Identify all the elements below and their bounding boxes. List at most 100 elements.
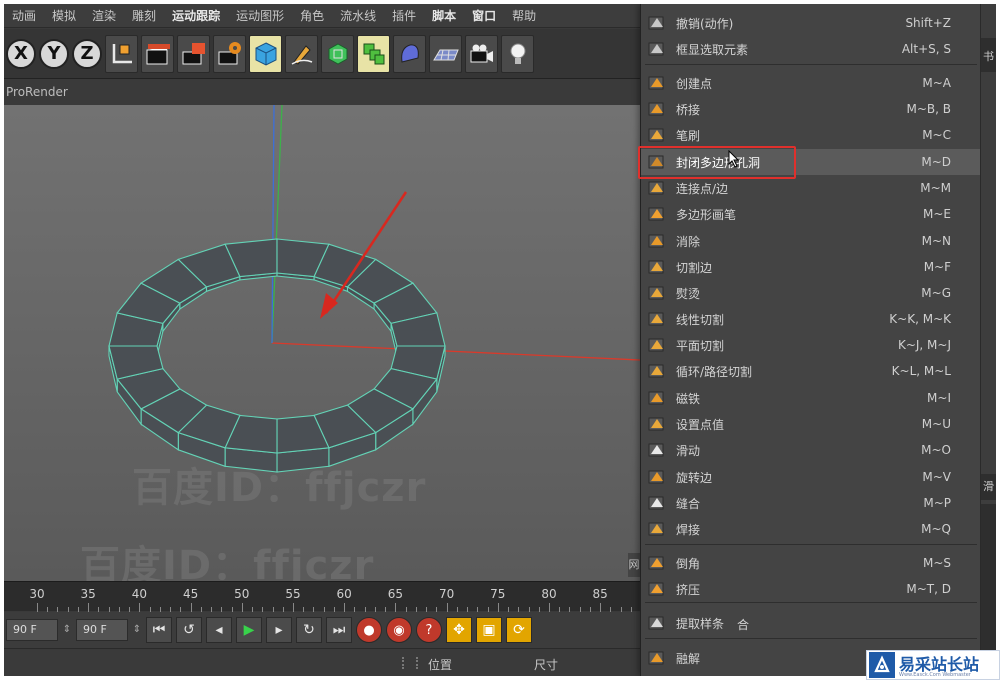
move-key-icon[interactable]: ✥ [446,617,472,643]
menu-item-shortcut: M~E [923,207,951,221]
play-icon[interactable]: ▶ [236,617,262,643]
end-frame-field[interactable]: 90 F [76,619,128,641]
menu-item-label: 焊接 [676,522,701,537]
subdivision-icon[interactable] [321,34,354,73]
start-frame-spinner[interactable]: ⇕ [62,619,72,641]
next-frame-icon[interactable]: ▸ [266,617,292,643]
menu-item-edge-cut[interactable]: 切割边 M~F [641,254,981,280]
menu-item-bevel[interactable]: 倒角 M~S [641,550,981,576]
menu-item-extrude[interactable]: 挤压 M~T, D [641,576,981,602]
z-axis-icon[interactable]: Z [72,38,102,69]
menu-item-polygon-pen[interactable]: 多边形画笔 M~E [641,201,981,227]
render-settings-icon[interactable] [213,34,246,73]
menu-item-label: 撤销(动作) [676,16,734,31]
menu-animation[interactable]: 动画 [4,4,44,28]
menu-item-label: 缝合 [676,496,701,511]
menu-motion-tracking[interactable]: 运动跟踪 [164,4,228,28]
start-frame-field[interactable]: 90 F [6,619,58,641]
timeline-tick [344,603,346,612]
3d-viewport[interactable]: 百度ID：ffjczr 百度ID：ffjczr 网 [4,105,640,581]
menu-mograph[interactable]: 运动图形 [228,4,292,28]
menu-item-iron[interactable]: 熨烫 M~G [641,280,981,306]
menu-item-label: 创建点 [676,76,713,91]
cube-icon[interactable] [249,34,282,73]
render-picture-icon[interactable] [177,34,210,73]
menu-pipeline[interactable]: 流水线 [332,4,384,28]
menu-item-create-point[interactable]: 创建点 M~A [641,70,981,96]
next-key-icon[interactable]: ↻ [296,617,322,643]
menu-item-brush[interactable]: 笔刷 M~C [641,122,981,148]
previous-key-icon[interactable]: ↺ [176,617,202,643]
menu-character[interactable]: 角色 [292,4,332,28]
record-icon[interactable]: ● [356,617,382,643]
rotate-key-icon[interactable]: ⟳ [506,617,532,643]
array-icon[interactable] [357,34,390,73]
position-label: 位置 [428,658,453,672]
menu-item-shortcut: M~S [922,556,951,570]
x-axis-label: X [14,43,28,64]
polygon-ring-mesh[interactable] [108,238,446,473]
timeline-tick [293,603,294,612]
menu-item-loop-cut[interactable]: 循环/路径切割 K~L, M~L [641,358,981,384]
floor-icon[interactable] [429,34,462,73]
brand-name: 易采站长站 [899,655,980,674]
menu-item-label: 提取样条 [676,616,725,631]
menu-item-plane-cut[interactable]: 平面切割 K~J, M~J [641,332,981,358]
go-to-start-icon[interactable]: ⏮ [146,617,172,643]
menu-item-label: 消除 [676,234,701,249]
menu-item-stitch[interactable]: 缝合 M~P [641,490,981,516]
timeline-ruler[interactable]: 30 35 40 45 50 55 60 65 70 75 80 85 [4,581,640,612]
menu-item-spin-edge[interactable]: 旋转边 M~V [641,464,981,490]
line-cut-icon [646,308,668,330]
x-axis-icon[interactable]: X [6,38,36,69]
timeline-tick [600,603,602,612]
camera-icon[interactable] [465,34,498,73]
render-view-icon[interactable] [141,34,174,73]
menu-item-extract-spline[interactable]: 提取样条 [641,610,981,636]
menu-render[interactable]: 渲染 [84,4,124,28]
z-axis-label: Z [80,43,94,64]
menu-simulate[interactable]: 模拟 [44,4,84,28]
menu-item-weld[interactable]: 焊接 M~Q [641,516,981,542]
menu-item-line-cut[interactable]: 线性切割 K~K, M~K [641,306,981,332]
menu-item-dissolve[interactable]: 消除 M~N [641,228,981,254]
go-to-end-icon[interactable]: ⏭ [326,617,352,643]
menu-item-set-point-value[interactable]: 设置点值 M~U [641,411,981,437]
timeline-tick [241,603,243,612]
menu-item-undo[interactable]: 撤销(动作) Shift+Z [641,10,981,36]
menu-item-shortcut: K~K, M~K [889,312,951,326]
transport-controls: 90 F ⇕ 90 F ⇕ ⏮ ↺ ◂ ▶ ▸ ↻ ⏭ ● ◉ ? ✥ ▣ ⟳ [4,612,640,648]
timeline-tick-label: 35 [80,587,96,601]
right-panel-fragment: 滑 [983,480,994,493]
menu-plugins[interactable]: 插件 [384,4,424,28]
menu-item-label: 旋转边 [676,470,713,485]
menu-item-bridge[interactable]: 桥接 M~B, B [641,96,981,122]
brand-watermark: 易采站长站 Www.Easck.Com Webmaster [866,650,1000,680]
end-frame-spinner[interactable]: ⇕ [132,619,142,641]
menu-item-shortcut: K~L, M~L [891,364,951,378]
menu-window[interactable]: 窗口 [464,4,504,28]
brush-icon [646,124,668,146]
previous-frame-icon[interactable]: ◂ [206,617,232,643]
scale-key-icon[interactable]: ▣ [476,617,502,643]
menu-script[interactable]: 脚本 [424,4,464,28]
menu-item-magnet[interactable]: 磁铁 M~I [641,385,981,411]
menu-sculpt[interactable]: 雕刻 [124,4,164,28]
panel-grip-icon[interactable] [402,657,418,669]
y-axis-icon[interactable]: Y [39,38,69,69]
menu-help[interactable]: 帮助 [504,4,544,28]
timeline-tick [190,603,192,612]
menu-item-label: 滑动 [676,443,701,458]
viewport-renderer-label: ProRender [6,85,68,99]
autokey-icon[interactable]: ◉ [386,617,412,643]
menu-item-shortcut: M~T, D [906,582,951,596]
keyframe-selection-icon[interactable]: ? [416,617,442,643]
deformer-icon[interactable] [393,34,426,73]
menu-item-slide[interactable]: 滑动 M~O [641,437,981,463]
edge-cut-icon [646,256,668,278]
coordinate-system-icon[interactable] [105,34,138,73]
light-icon[interactable] [501,34,534,73]
menu-item-frame-selection[interactable]: 框显选取元素 Alt+S, S [641,36,981,62]
pen-icon[interactable] [285,34,318,73]
menu-item-shortcut: M~V [922,470,951,484]
